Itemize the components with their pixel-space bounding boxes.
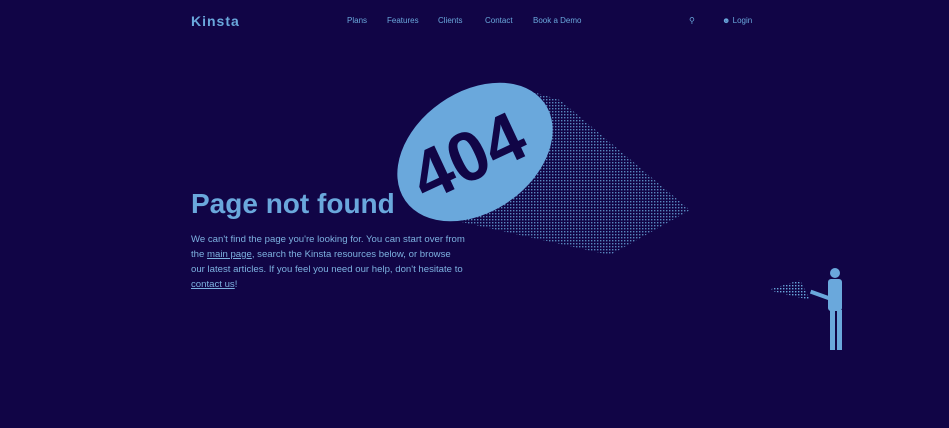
person-figure bbox=[809, 268, 842, 350]
page-title: Page not found bbox=[191, 188, 395, 219]
contact-us-link[interactable]: contact us bbox=[191, 279, 235, 290]
main-page-link[interactable]: main page bbox=[207, 249, 252, 260]
404-illustration: 404 bbox=[397, 82, 842, 350]
desc-text: ! bbox=[234, 279, 238, 290]
flashlight-beam bbox=[768, 280, 810, 300]
error-description: We can't find the page you're looking fo… bbox=[191, 232, 466, 292]
